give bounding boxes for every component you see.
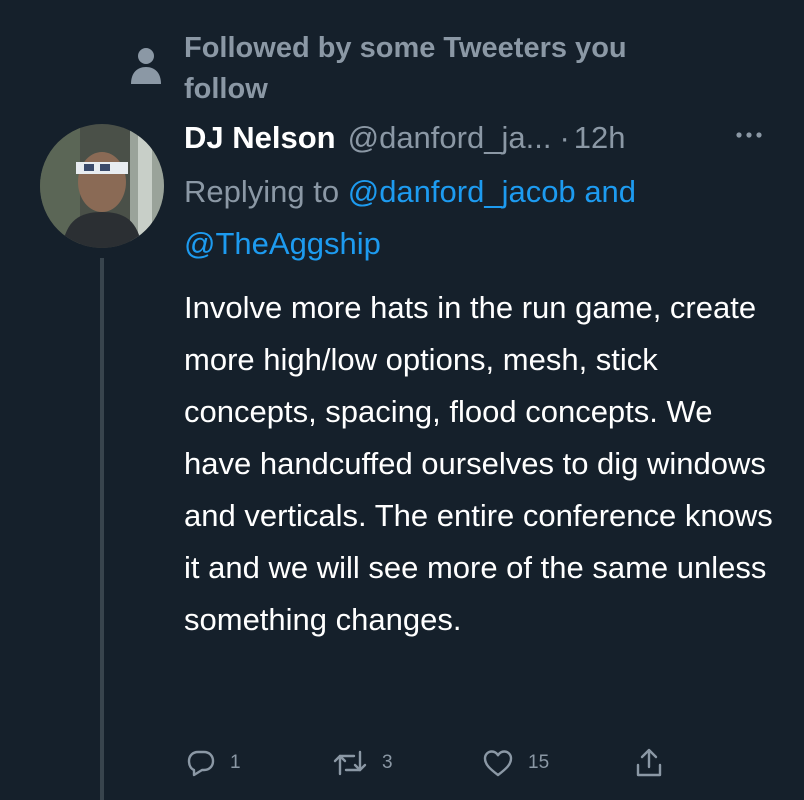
reply-count: 1 [230, 752, 241, 773]
mention-link[interactable]: @TheAggship [184, 226, 381, 261]
tweet-text: Involve more hats in the run game, creat… [184, 290, 773, 637]
tweet-header: DJ Nelson @danford_ja... · 12h [184, 116, 784, 160]
tweet-actions: 1 3 15 [184, 740, 684, 786]
avatar[interactable] [40, 124, 164, 248]
heart-icon [483, 750, 513, 777]
tweet-view: Followed by some Tweeters you follow DJ … [0, 0, 804, 800]
mention-link[interactable]: @danford_jacob [348, 174, 576, 209]
retweet-button[interactable]: 3 [332, 740, 393, 786]
replying-to-label: Replying to [184, 174, 340, 209]
mention-and[interactable]: and [584, 174, 636, 209]
thread-line [100, 258, 104, 800]
retweet-count: 3 [382, 752, 393, 773]
like-button[interactable]: 15 [482, 740, 549, 786]
avatar-image [40, 124, 164, 248]
person-icon [131, 48, 161, 84]
share-button[interactable] [634, 740, 664, 786]
like-count: 15 [528, 752, 550, 773]
display-name[interactable]: DJ Nelson [184, 120, 336, 156]
user-handle[interactable]: @danford_ja... [348, 120, 552, 156]
replying-to: Replying to @danford_jacob and @TheAggsh… [184, 166, 784, 270]
reply-button[interactable]: 1 [186, 740, 241, 786]
social-context-text: Followed by some Tweeters you follow [184, 32, 627, 105]
retweet-icon [333, 750, 367, 776]
reply-icon [187, 750, 215, 777]
timestamp[interactable]: 12h [574, 120, 626, 156]
more-options-icon[interactable] [734, 128, 764, 142]
separator-dot: · [559, 120, 570, 155]
share-icon [636, 748, 662, 777]
